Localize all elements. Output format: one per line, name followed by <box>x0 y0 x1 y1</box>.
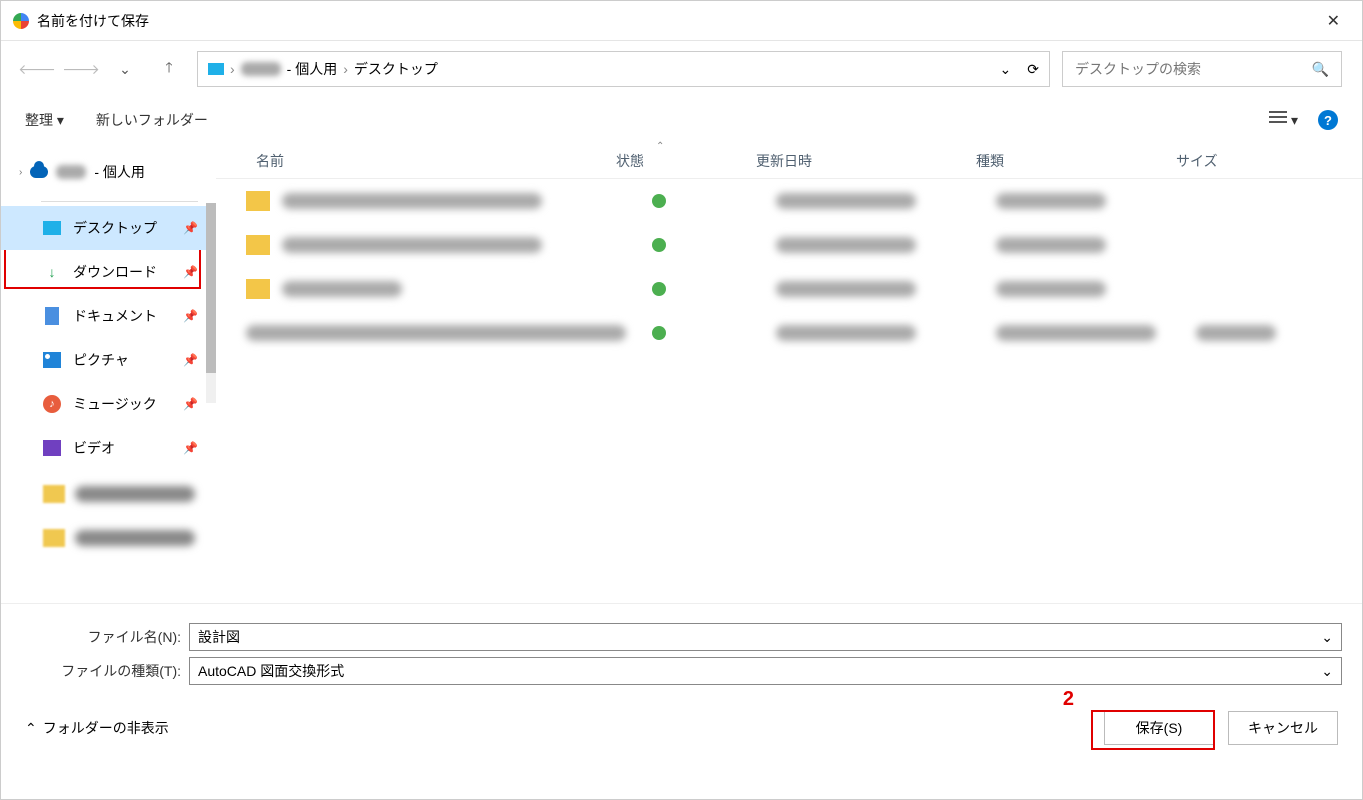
recent-locations-button[interactable]: ⌄ <box>109 53 141 85</box>
up-button[interactable]: 🡑 <box>153 53 185 85</box>
sync-status-icon <box>652 238 666 252</box>
divider <box>41 201 198 202</box>
filename-combobox[interactable]: ⌄ <box>189 623 1342 651</box>
filetype-combobox[interactable]: AutoCAD 図面交換形式 ⌄ <box>189 657 1342 685</box>
pin-icon[interactable]: 📌 <box>183 397 198 411</box>
scrollbar-thumb[interactable] <box>206 203 216 373</box>
sidebar-item-redacted[interactable] <box>43 518 198 558</box>
picture-icon <box>43 352 61 368</box>
title-bar: 名前を付けて保存 ✕ <box>1 1 1362 41</box>
cancel-button[interactable]: キャンセル <box>1228 711 1338 745</box>
breadcrumb-user-redacted <box>241 62 281 76</box>
pin-icon[interactable]: 📌 <box>183 265 198 279</box>
annotation-number-2: 2 <box>1063 688 1074 711</box>
back-button[interactable]: 🡐 <box>21 53 53 85</box>
sidebar-item-label: デスクトップ <box>73 218 157 238</box>
pin-icon[interactable]: 📌 <box>183 309 198 323</box>
address-bar[interactable]: › - 個人用 › デスクトップ ⌄ ⟳ <box>197 51 1050 87</box>
search-icon[interactable]: 🔍 <box>1312 61 1329 78</box>
search-box[interactable]: 🔍 <box>1062 51 1342 87</box>
chevron-down-icon[interactable]: ⌄ <box>1321 663 1333 680</box>
tree-personal-label: - 個人用 <box>94 162 145 182</box>
tree-item-personal[interactable]: › - 個人用 <box>1 153 216 191</box>
sidebar-item-label: ダウンロード <box>73 262 157 282</box>
sidebar-item-label: ピクチャ <box>73 350 129 370</box>
sidebar-item-pictures[interactable]: ピクチャ 📌 <box>1 338 216 382</box>
breadcrumb-leaf[interactable]: デスクトップ <box>354 59 438 79</box>
sync-status-icon <box>652 326 666 340</box>
scrollbar[interactable] <box>206 203 216 403</box>
music-icon <box>43 395 61 413</box>
filename-label: ファイル名(N): <box>21 627 181 647</box>
pin-icon[interactable]: 📌 <box>183 353 198 367</box>
column-date[interactable]: 更新日時 <box>756 151 976 171</box>
toggle-folders-button[interactable]: ⌃ フォルダーの非表示 <box>25 718 169 738</box>
window-title: 名前を付けて保存 <box>37 11 149 31</box>
sidebar-item-downloads[interactable]: ↓ ダウンロード 📌 <box>1 250 216 294</box>
sidebar-item-redacted[interactable] <box>43 474 198 514</box>
file-row[interactable] <box>216 179 1362 223</box>
view-options-button[interactable]: ▾ <box>1269 111 1298 129</box>
help-icon[interactable]: ? <box>1318 110 1338 130</box>
new-folder-button[interactable]: 新しいフォルダー <box>96 110 208 130</box>
sidebar-item-desktop[interactable]: デスクトップ 📌 <box>1 206 216 250</box>
close-icon[interactable]: ✕ <box>1317 5 1350 37</box>
sidebar-item-label: ドキュメント <box>73 306 157 326</box>
column-name[interactable]: 名前 <box>216 151 616 171</box>
chevron-right-icon[interactable]: › <box>19 167 22 178</box>
breadcrumb-user-suffix[interactable]: - 個人用 <box>287 59 338 79</box>
app-icon <box>13 13 29 29</box>
chevron-right-icon: › <box>343 61 348 77</box>
sidebar-item-label: ミュージック <box>73 394 157 414</box>
navigation-row: 🡐 🡒 ⌄ 🡑 › - 個人用 › デスクトップ ⌄ ⟳ 🔍 <box>1 41 1362 97</box>
chevron-down-icon[interactable]: ⌄ <box>1000 61 1012 78</box>
filetype-label: ファイルの種類(T): <box>21 661 181 681</box>
refresh-icon[interactable]: ⟳ <box>1027 61 1039 78</box>
document-icon <box>45 307 59 325</box>
video-icon <box>43 440 61 456</box>
download-icon: ↓ <box>43 263 61 281</box>
save-button[interactable]: 保存(S) <box>1104 711 1214 745</box>
sidebar-item-music[interactable]: ミュージック 📌 <box>1 382 216 426</box>
desktop-icon <box>43 221 61 235</box>
save-form: ファイル名(N): ⌄ ファイルの種類(T): AutoCAD 図面交換形式 ⌄ <box>1 603 1362 696</box>
pin-icon[interactable]: 📌 <box>183 441 198 455</box>
location-icon <box>208 63 224 75</box>
list-icon <box>1269 111 1287 125</box>
footer: ⌃ フォルダーの非表示 2 保存(S) キャンセル <box>1 696 1362 760</box>
forward-button[interactable]: 🡒 <box>65 53 97 85</box>
column-size[interactable]: サイズ <box>1176 151 1276 171</box>
chevron-down-icon[interactable]: ⌄ <box>1321 629 1333 646</box>
column-state[interactable]: 状態 <box>616 151 756 171</box>
onedrive-icon <box>30 166 48 178</box>
file-row[interactable] <box>216 223 1362 267</box>
chevron-up-icon: ⌃ <box>25 720 37 737</box>
toggle-folders-label: フォルダーの非表示 <box>43 718 169 738</box>
search-input[interactable] <box>1075 61 1312 77</box>
file-list: ⌃ 名前 状態 更新日時 種類 サイズ <box>216 143 1362 603</box>
file-row[interactable] <box>216 311 1362 355</box>
filetype-value: AutoCAD 図面交換形式 <box>198 661 344 681</box>
file-row[interactable] <box>216 267 1362 311</box>
pin-icon[interactable]: 📌 <box>183 221 198 235</box>
toolbar: 整理 ▾ 新しいフォルダー ▾ ? <box>1 97 1362 143</box>
chevron-right-icon: › <box>230 61 235 77</box>
sync-status-icon <box>652 194 666 208</box>
sidebar-item-videos[interactable]: ビデオ 📌 <box>1 426 216 470</box>
tree-user-redacted <box>56 165 86 179</box>
sidebar: › - 個人用 1 デスクトップ 📌 ↓ ダウンロード 📌 ドキュメント 📌 <box>1 143 216 603</box>
sync-status-icon <box>652 282 666 296</box>
organize-menu[interactable]: 整理 ▾ <box>25 110 64 130</box>
folder-icon <box>246 235 270 255</box>
sidebar-item-label: ビデオ <box>73 438 115 458</box>
sidebar-item-documents[interactable]: ドキュメント 📌 <box>1 294 216 338</box>
folder-icon <box>246 279 270 299</box>
column-type[interactable]: 種類 <box>976 151 1176 171</box>
filename-input[interactable] <box>198 629 1321 645</box>
folder-icon <box>246 191 270 211</box>
column-headers: 名前 状態 更新日時 種類 サイズ <box>216 143 1362 179</box>
sort-indicator-icon: ⌃ <box>656 141 664 152</box>
